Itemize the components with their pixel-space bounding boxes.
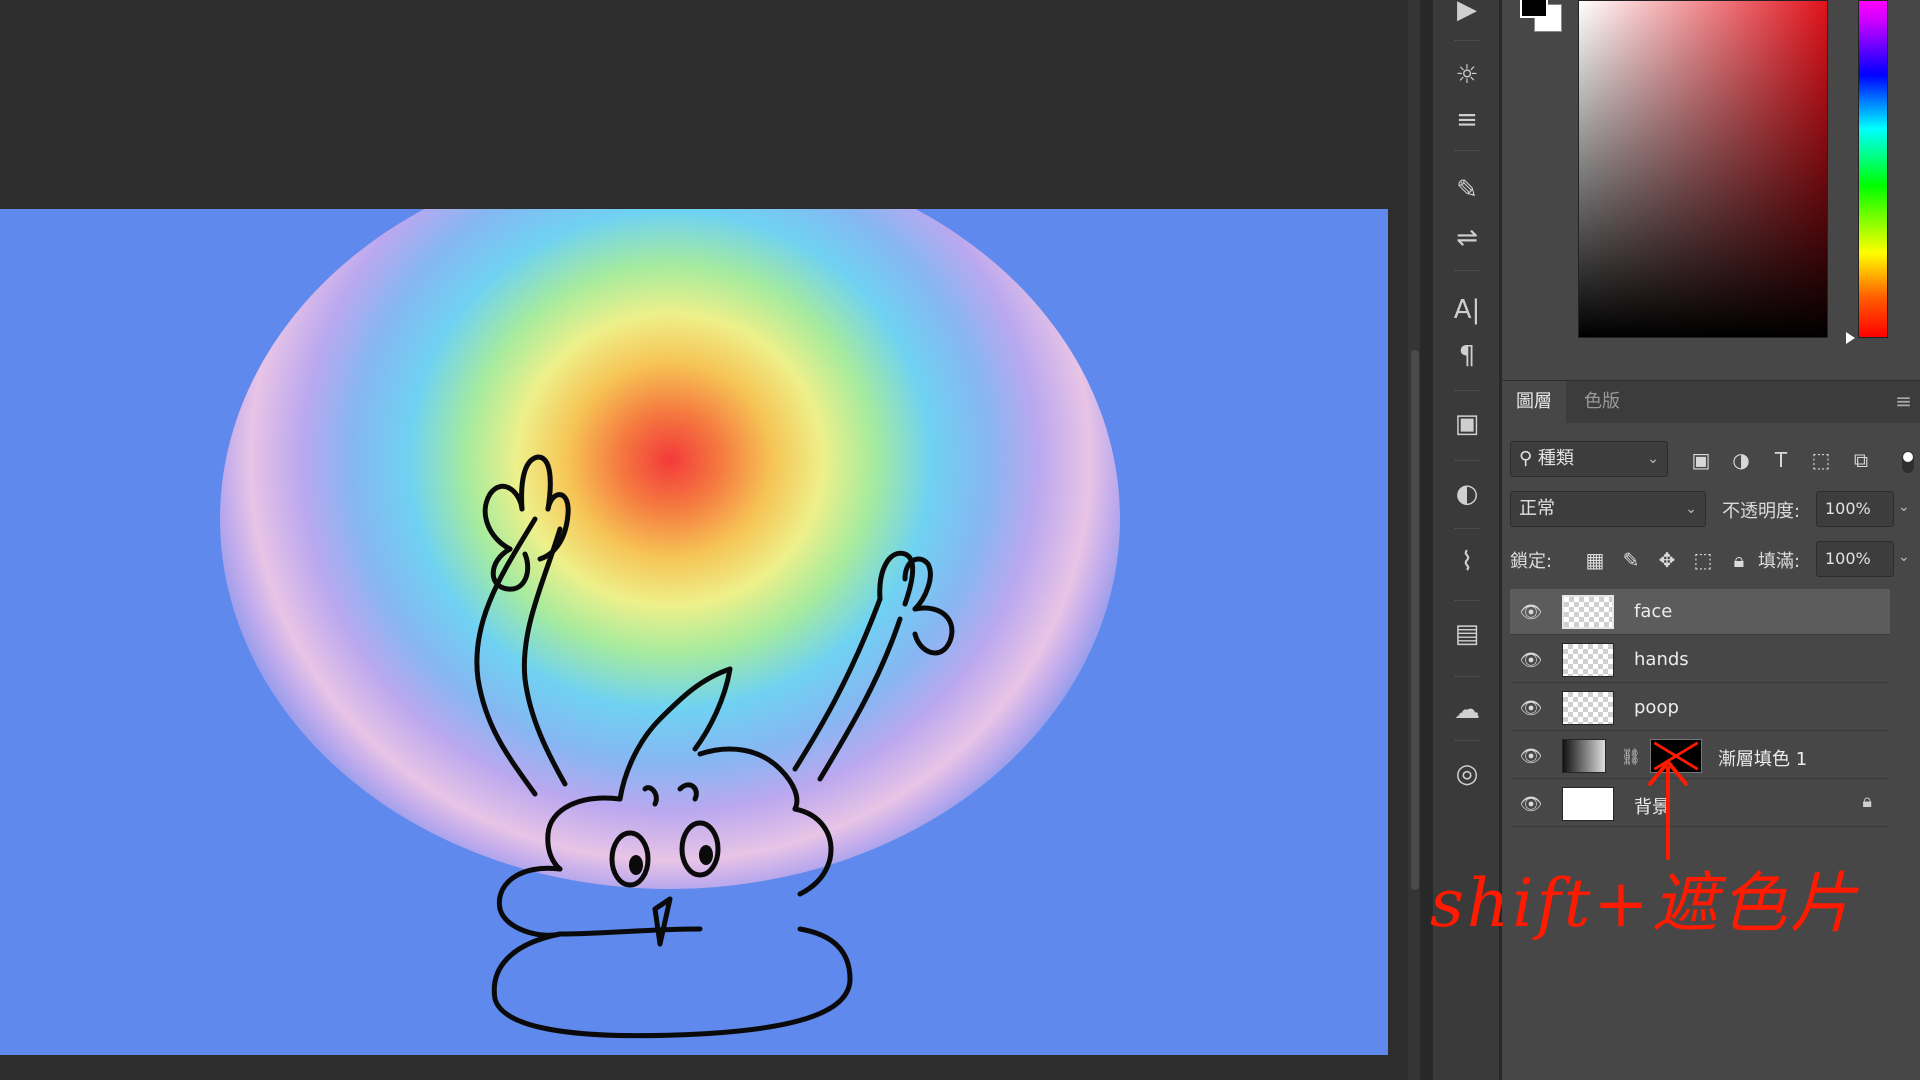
filter-toggle-switch[interactable]	[1902, 451, 1914, 473]
visibility-eye-icon[interactable]: 👁︎	[1520, 697, 1543, 719]
properties-icon[interactable]: ▣	[1433, 404, 1501, 444]
layer-row-poop[interactable]: 👁︎ poop	[1510, 685, 1890, 731]
hue-slider-marker[interactable]	[1846, 332, 1855, 344]
tool-group-separator	[1455, 528, 1479, 530]
tool-group-separator	[1455, 40, 1479, 42]
disabled-mask-x-icon	[1653, 741, 1699, 771]
sliders-icon[interactable]: ⇌	[1433, 218, 1501, 258]
layer-name[interactable]: 漸層填色 1	[1718, 745, 1807, 771]
color-swatches[interactable]	[1518, 0, 1564, 38]
lock-position-icon[interactable]: ✥	[1652, 545, 1682, 575]
document-workspace[interactable]	[0, 0, 1420, 1080]
annotation-text: shift+遮色片	[1430, 865, 1859, 942]
fill-input[interactable]: 100%	[1816, 541, 1894, 577]
layer-name[interactable]: hands	[1634, 649, 1689, 670]
layer-row-hands[interactable]: 👁︎ hands	[1510, 637, 1890, 683]
gradient-fill-thumbnail[interactable]	[1562, 739, 1606, 773]
blend-mode-select[interactable]: 正常 ⌄	[1510, 491, 1706, 527]
opacity-label: 不透明度:	[1722, 501, 1801, 522]
paragraph-icon[interactable]: ¶	[1433, 336, 1501, 376]
canvas-scrollbar-thumb[interactable]	[1411, 350, 1419, 890]
lock-image-pixels-icon[interactable]: ✎	[1616, 545, 1646, 575]
layer-filter-kind-select[interactable]: ⚲ 種類 ⌄	[1510, 441, 1668, 477]
lock-all-icon[interactable]: 🔒︎	[1724, 545, 1754, 575]
gear-sun-icon[interactable]: ☼	[1433, 55, 1501, 95]
lock-fill-row: 鎖定: ▦ ✎ ✥ ⬚ 🔒︎ 填滿: 100% ⌄	[1510, 541, 1914, 579]
layer-name[interactable]: face	[1634, 601, 1672, 622]
layer-thumbnail[interactable]	[1562, 787, 1614, 821]
tool-group-separator	[1455, 460, 1479, 462]
layer-row-background[interactable]: 👁︎ 背景 🔒︎	[1510, 781, 1890, 827]
panel-tab-bar: 圖層 色版 ≡	[1502, 381, 1920, 423]
color-wheel-icon[interactable]: ◎	[1433, 754, 1501, 794]
smart-object-filter-icon[interactable]: ⧉	[1846, 445, 1876, 475]
document-canvas[interactable]	[0, 209, 1388, 1055]
layers-panel: 圖層 色版 ≡ ⚲ 種類 ⌄ ▣ ◑ T ⬚ ⧉ 正常 ⌄ 不透明度: 100%…	[1502, 380, 1920, 1080]
layer-row-face[interactable]: 👁︎ face	[1510, 589, 1890, 635]
poop-character-drawing	[474, 454, 955, 1039]
visibility-eye-icon[interactable]: 👁︎	[1520, 793, 1543, 815]
lock-label: 鎖定:	[1510, 551, 1553, 572]
brush-settings-icon[interactable]: ✎	[1433, 170, 1501, 210]
chevron-down-icon: ⌄	[1685, 501, 1697, 517]
tool-group-separator	[1455, 390, 1479, 392]
layer-row-gradient-fill[interactable]: 👁︎ ⛓︎ 漸層填色 1	[1510, 733, 1890, 779]
tool-group-separator	[1455, 740, 1479, 742]
image-filter-icon[interactable]: ▣	[1686, 445, 1716, 475]
blend-mode-value: 正常	[1519, 498, 1555, 519]
search-icon: ⚲	[1519, 448, 1533, 469]
blend-opacity-row: 正常 ⌄ 不透明度: 100% ⌄	[1510, 491, 1914, 529]
layer-lock-icon[interactable]: 🔒︎	[1862, 791, 1872, 812]
layer-mask-thumbnail[interactable]	[1650, 739, 1702, 773]
play-icon[interactable]: ▶	[1433, 0, 1501, 30]
lock-transparent-pixels-icon[interactable]: ▦	[1580, 545, 1610, 575]
hue-slider[interactable]	[1858, 0, 1888, 338]
type-filter-icon[interactable]: T	[1766, 445, 1796, 475]
visibility-eye-icon[interactable]: 👁︎	[1520, 745, 1543, 767]
adjustment-filter-icon[interactable]: ◑	[1726, 445, 1756, 475]
adjustments-icon[interactable]: ◐	[1433, 474, 1501, 514]
filter-kind-value: 種類	[1537, 448, 1574, 469]
tool-group-separator	[1455, 270, 1479, 272]
chain-link-icon[interactable]: ⛓︎	[1620, 745, 1642, 767]
tab-channels[interactable]: 色版	[1570, 381, 1634, 423]
histogram-icon[interactable]: ≡	[1433, 100, 1501, 140]
fill-label: 填滿:	[1758, 551, 1801, 572]
shape-filter-icon[interactable]: ⬚	[1806, 445, 1836, 475]
layer-list: 👁︎ face 👁︎ hands 👁︎ poop 👁︎ ⛓︎ 漸層填色 1 👁︎…	[1502, 589, 1920, 849]
foreground-color-swatch[interactable]	[1520, 0, 1548, 18]
lock-artboard-icon[interactable]: ⬚	[1688, 545, 1718, 575]
visibility-eye-icon[interactable]: 👁︎	[1520, 601, 1543, 623]
cloud-icon[interactable]: ☁	[1433, 690, 1501, 730]
opacity-dropdown-icon[interactable]: ⌄	[1898, 499, 1910, 515]
tab-layers[interactable]: 圖層	[1502, 381, 1566, 423]
layer-filter-row: ⚲ 種類 ⌄ ▣ ◑ T ⬚ ⧉	[1510, 441, 1914, 479]
chevron-down-icon: ⌄	[1647, 451, 1659, 467]
layer-name[interactable]: poop	[1634, 697, 1679, 718]
visibility-eye-icon[interactable]: 👁︎	[1520, 649, 1543, 671]
libraries-icon[interactable]: ▤	[1433, 614, 1501, 654]
layer-thumbnail[interactable]	[1562, 691, 1614, 725]
opacity-input[interactable]: 100%	[1816, 491, 1894, 527]
tool-group-separator	[1455, 600, 1479, 602]
layer-thumbnail[interactable]	[1562, 595, 1614, 629]
color-picker-field[interactable]	[1578, 0, 1828, 338]
layer-name[interactable]: 背景	[1634, 793, 1670, 819]
tool-group-separator	[1455, 150, 1479, 152]
panel-menu-icon[interactable]: ≡	[1895, 389, 1912, 413]
paths-icon[interactable]: ⌇	[1433, 542, 1501, 582]
fill-dropdown-icon[interactable]: ⌄	[1898, 549, 1910, 565]
layer-thumbnail[interactable]	[1562, 643, 1614, 677]
tool-group-separator	[1455, 676, 1479, 678]
character-icon[interactable]: A|	[1433, 290, 1501, 330]
